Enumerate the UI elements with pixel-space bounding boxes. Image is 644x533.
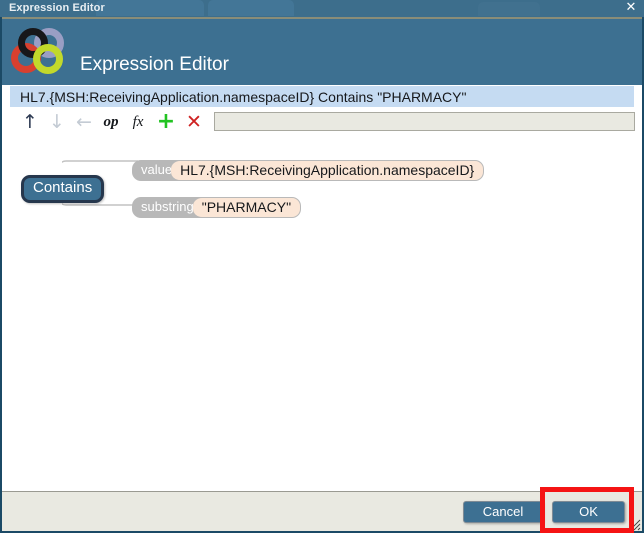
four-rings-logo-icon — [8, 25, 70, 79]
window-title: Expression Editor — [9, 2, 105, 14]
add-icon[interactable]: + — [154, 110, 178, 134]
expression-summary-bar[interactable]: HL7.{MSH:ReceivingApplication.namespaceI… — [10, 86, 634, 107]
expression-summary-text: HL7.{MSH:ReceivingApplication.namespaceI… — [20, 89, 467, 105]
operator-node-contains[interactable]: Contains — [21, 175, 105, 203]
param-row-value: value HL7.{MSH:ReceivingApplication.name… — [132, 160, 485, 181]
move-up-icon[interactable]: ↑ — [18, 110, 42, 134]
expression-editor-window: Expression Editor ✕ Expression Editor HL… — [0, 0, 644, 533]
title-bar-divider — [0, 17, 644, 19]
app-header: Expression Editor — [0, 19, 644, 85]
param-row-substring: substring "PHARMACY" — [132, 197, 302, 218]
close-icon[interactable]: ✕ — [624, 1, 638, 15]
expression-canvas[interactable]: Contains value HL7.{MSH:ReceivingApplica… — [2, 140, 642, 491]
param-chip-value[interactable]: HL7.{MSH:ReceivingApplication.namespaceI… — [171, 160, 485, 181]
function-icon[interactable]: fx — [126, 110, 150, 134]
param-chip-substring[interactable]: "PHARMACY" — [192, 197, 302, 218]
dialog-footer: Cancel OK — [2, 492, 642, 531]
logo-ring-green — [33, 44, 63, 74]
title-bar[interactable]: Expression Editor ✕ — [0, 0, 644, 17]
move-down-icon[interactable]: ↓ — [45, 110, 69, 134]
expression-input[interactable] — [214, 112, 635, 131]
cancel-button[interactable]: Cancel — [463, 501, 543, 523]
ok-button[interactable]: OK — [552, 501, 625, 523]
header-title: Expression Editor — [80, 54, 229, 75]
move-left-icon[interactable]: ← — [72, 110, 96, 134]
delete-icon[interactable]: ✕ — [182, 110, 206, 134]
resize-grip-icon[interactable] — [629, 519, 641, 531]
param-label-substring[interactable]: substring — [132, 197, 202, 218]
operator-icon[interactable]: op — [99, 110, 123, 134]
window-border-left — [0, 17, 2, 533]
